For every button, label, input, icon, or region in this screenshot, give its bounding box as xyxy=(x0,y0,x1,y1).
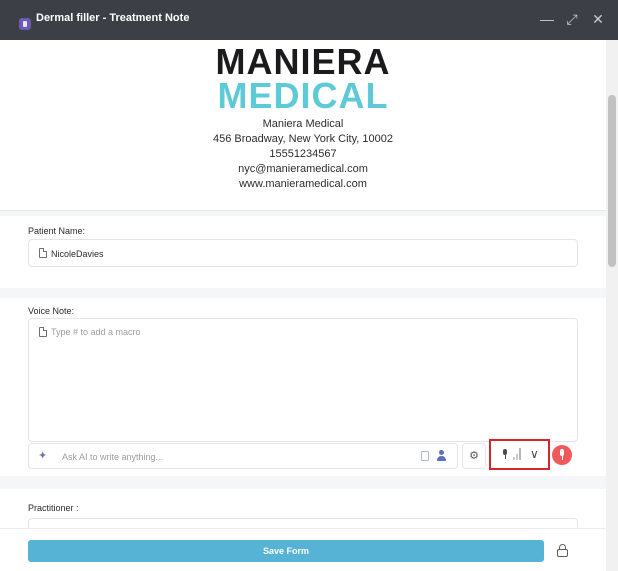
audio-level-icon xyxy=(513,448,525,460)
gear-icon[interactable]: ⚙ xyxy=(462,443,486,469)
voice-note-section: Voice Note: Type # to add a macro ✦ Ask … xyxy=(0,298,606,476)
clinic-header: MANIERA MEDICAL Maniera Medical 456 Broa… xyxy=(0,40,606,211)
microphone-select[interactable]: ∨ xyxy=(489,439,550,470)
title-bar: Dermal filler - Treatment Note — ⤢ ✕ xyxy=(0,0,618,40)
patient-name-field[interactable]: NicoleDavies xyxy=(28,239,578,267)
clinic-email: nyc@manieramedical.com xyxy=(238,163,368,175)
chevron-down-icon[interactable]: ∨ xyxy=(530,447,539,461)
clinic-contact-block: Maniera Medical 456 Broadway, New York C… xyxy=(0,117,606,192)
document-icon xyxy=(39,327,47,337)
voice-note-label: Voice Note: xyxy=(28,306,75,316)
maximize-icon[interactable]: ⤢ xyxy=(566,10,578,28)
sparkle-icon[interactable]: ✦ xyxy=(38,450,50,462)
document-icon xyxy=(39,248,47,258)
record-button[interactable] xyxy=(552,445,572,465)
scrollbar[interactable] xyxy=(606,40,618,571)
app-icon xyxy=(19,18,31,30)
window-title: Dermal filler - Treatment Note xyxy=(36,12,190,24)
clinic-address: 456 Broadway, New York City, 10002 xyxy=(213,133,393,145)
form-footer: Save Form xyxy=(0,528,606,571)
clinic-name: Maniera Medical xyxy=(262,118,344,130)
voice-note-textarea[interactable]: Type # to add a macro xyxy=(28,318,578,442)
lock-icon[interactable] xyxy=(552,540,574,562)
logo-wordmark-bottom: MEDICAL xyxy=(217,75,389,116)
clipboard-icon[interactable] xyxy=(421,451,429,461)
form-scroll-area[interactable]: MANIERA MEDICAL Maniera Medical 456 Broa… xyxy=(0,40,606,571)
close-icon[interactable]: ✕ xyxy=(592,10,604,28)
window-controls: — ⤢ ✕ xyxy=(540,10,604,28)
patient-name-section: Patient Name: NicoleDavies xyxy=(0,216,606,288)
minimize-icon[interactable]: — xyxy=(540,10,554,28)
patient-name-value: NicoleDavies xyxy=(51,249,104,259)
scrollbar-thumb[interactable] xyxy=(608,95,616,267)
voice-note-placeholder: Type # to add a macro xyxy=(51,327,141,337)
save-form-button[interactable]: Save Form xyxy=(28,540,544,562)
microphone-icon xyxy=(502,449,508,459)
ask-ai-placeholder: Ask AI to write anything... xyxy=(62,452,164,462)
clinic-phone: 15551234567 xyxy=(269,148,337,160)
person-icon[interactable] xyxy=(436,450,448,462)
patient-name-label: Patient Name: xyxy=(28,226,86,236)
clinic-website: www.manieramedical.com xyxy=(239,178,367,190)
treatment-note-window: Dermal filler - Treatment Note — ⤢ ✕ MAN… xyxy=(0,0,618,571)
practitioner-label: Practitioner : xyxy=(28,503,79,513)
ask-ai-input[interactable]: ✦ Ask AI to write anything... xyxy=(28,443,458,469)
microphone-record-icon xyxy=(560,449,564,456)
